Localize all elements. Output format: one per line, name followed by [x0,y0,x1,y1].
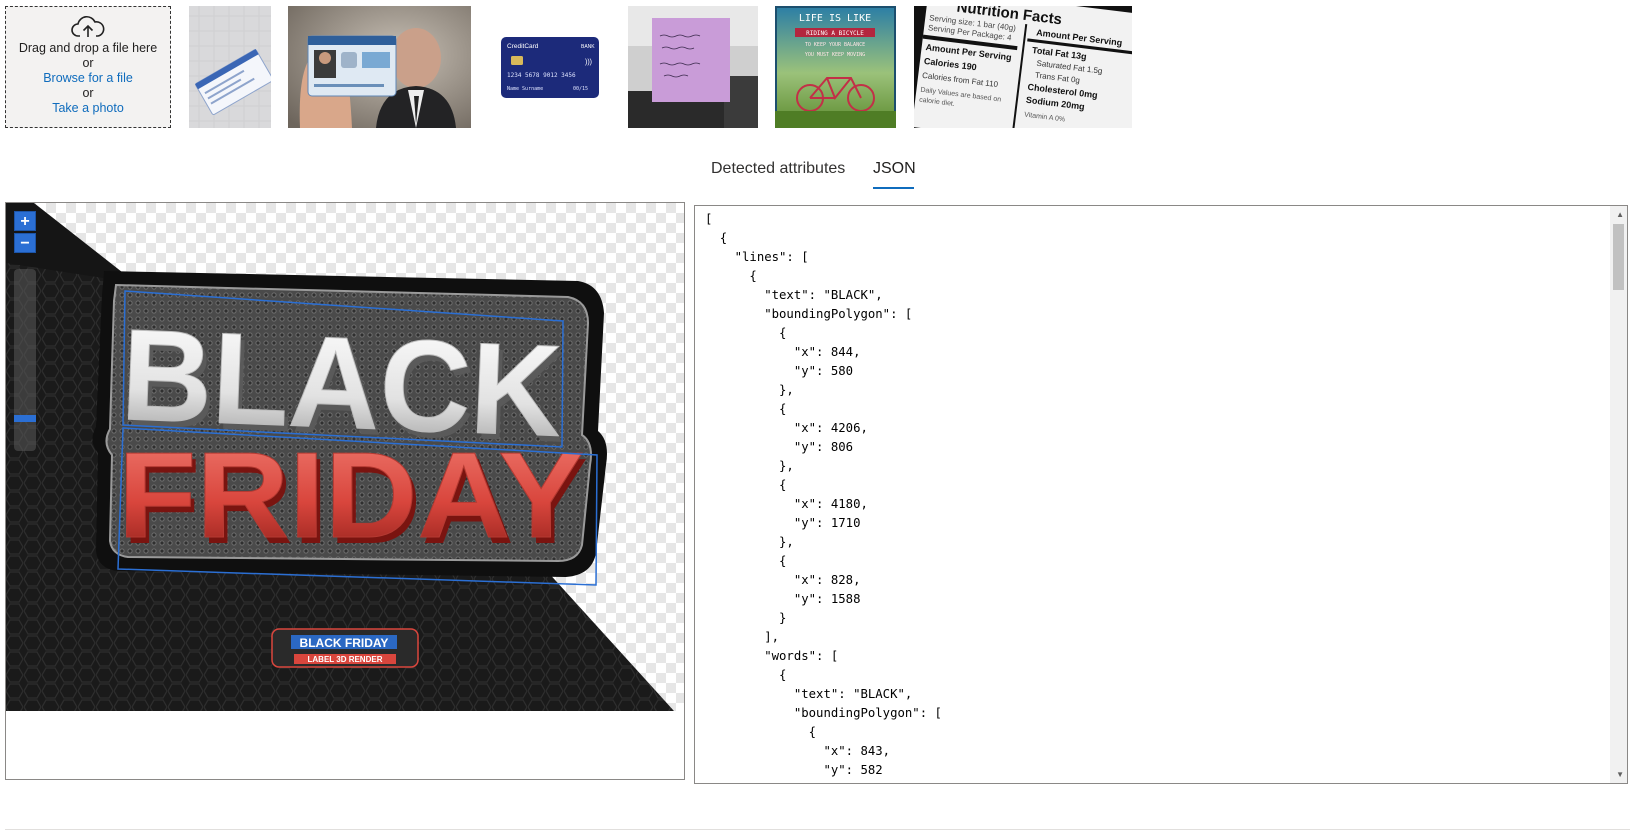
json-line: { [779,402,787,416]
small-label-line-1: BLACK FRIDAY [300,636,389,650]
json-line: }, [779,383,794,397]
json-line: "x": 4206, [793,421,868,435]
json-line: "boundingPolygon": [ [764,307,913,321]
sample-thumbnail-id-card[interactable] [189,6,271,128]
poster-line-4: YOU MUST KEEP MOVING [805,52,865,58]
json-line: { [749,269,757,283]
zoom-in-button[interactable]: + [14,211,36,231]
analyzed-image: BLACK BLACK FRIDAY FRIDAY BLACK FRIDAY L… [6,203,684,711]
json-line: "y": 1710 [793,516,861,530]
sample-thumbnail-bicycle-poster[interactable]: LIFE IS LIKE RIDING A BICYCLE TO KEEP YO… [775,6,896,128]
scroll-up-icon[interactable]: ▲ [1616,210,1624,219]
drag-drop-text: Drag and drop a file here [18,41,158,55]
image-viewer[interactable]: BLACK BLACK FRIDAY FRIDAY BLACK FRIDAY L… [5,202,685,780]
json-line: { [719,231,728,245]
zoom-slider-track[interactable] [14,269,36,451]
json-line: { [779,668,787,682]
json-line: "words": [ [764,649,839,663]
json-line: ], [764,630,780,644]
footer-divider [5,829,1630,830]
json-line: }, [705,782,824,783]
json-line: "y": 580 [793,364,854,378]
small-label-line-2: LABEL 3D RENDER [308,655,383,664]
json-line: "lines": [ [734,250,809,264]
json-output-text[interactable]: [ { "lines": [ { "text": "BLACK", "bound… [705,210,942,783]
json-line: } [779,611,787,625]
card-expiry: 00/15 [573,86,588,92]
json-line: { [808,725,817,739]
or-text: or [82,56,94,70]
json-line: }, [779,535,794,549]
json-line: "x": 828, [793,573,861,587]
sample-thumbnail-nutrition-facts[interactable]: Nutrition Facts Serving size: 1 bar (40g… [914,6,1132,128]
json-line: "x": 844, [793,345,861,359]
scrollbar-thumb[interactable] [1613,224,1624,290]
active-tab-indicator [873,187,914,189]
cloud-upload-icon [71,16,105,37]
card-number: 1234 5678 9012 3456 [507,72,576,79]
zoom-out-button[interactable]: − [14,233,36,253]
json-line: "text": "BLACK", [764,288,883,302]
json-line: "y": 806 [793,440,854,454]
sample-thumbnail-license[interactable] [288,6,471,128]
poster-line-2: RIDING A BICYCLE [806,30,864,37]
sample-thumbnail-credit-card[interactable]: CreditCard BANK ))) 1234 5678 9012 3456 … [501,6,599,128]
json-line: "y": 1588 [793,592,861,606]
json-line: "boundingPolygon": [ [793,706,942,720]
tab-json[interactable]: JSON [873,160,916,178]
json-line: "y": 582 [823,763,883,777]
poster-line-1: LIFE IS LIKE [799,13,871,24]
headline-line-2: FRIDAY [118,427,584,563]
json-line: [ [705,212,713,226]
upload-dropzone[interactable]: Drag and drop a file here or Browse for … [5,6,171,128]
contactless-icon: ))) [585,59,592,66]
tab-detected-attributes[interactable]: Detected attributes [711,160,845,178]
json-line: { [779,326,787,340]
zoom-slider-thumb[interactable] [14,415,36,423]
json-line: "x": 4180, [793,497,868,511]
json-line: { [779,478,787,492]
browse-file-link[interactable]: Browse for a file [6,71,170,86]
card-bank: BANK [581,44,595,50]
poster-line-3: TO KEEP YOUR BALANCE [805,42,865,48]
sample-thumbnail-sticky-note[interactable] [628,6,758,128]
take-photo-link[interactable]: Take a photo [6,101,170,116]
card-name: Name Surname [507,86,543,92]
card-brand: CreditCard [507,43,539,50]
json-line: "text": "BLACK", [793,687,913,701]
json-line: "x": 843, [823,744,891,758]
json-line: }, [779,459,794,473]
scroll-down-icon[interactable]: ▼ [1616,770,1624,779]
json-line: { [779,554,787,568]
or-text: or [82,86,94,100]
json-scrollbar[interactable]: ▲ ▼ [1610,206,1627,783]
json-output-panel[interactable]: [ { "lines": [ { "text": "BLACK", "bound… [694,205,1628,784]
